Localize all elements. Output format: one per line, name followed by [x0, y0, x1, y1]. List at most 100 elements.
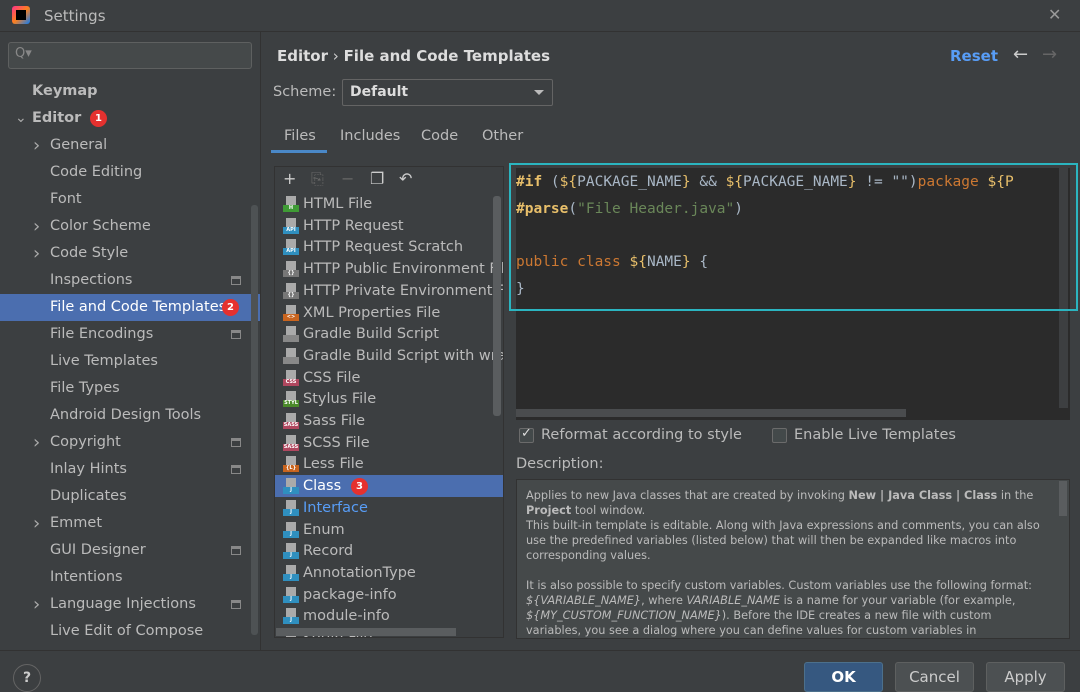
template-label: SCSS File [303, 434, 370, 451]
title-bar [0, 0, 1080, 32]
step-badge: 2 [222, 299, 239, 316]
sidebar-item-duplicates[interactable]: Duplicates [0, 483, 260, 510]
cancel-button[interactable]: Cancel [895, 662, 974, 692]
sidebar-item-keymap[interactable]: Keymap [0, 78, 260, 105]
template-item[interactable]: Jpackage-info [275, 584, 503, 606]
sidebar-item-general[interactable]: › General [0, 132, 260, 159]
template-item[interactable]: H HTML File [275, 193, 503, 215]
sidebar-scrollbar[interactable] [251, 205, 258, 635]
sidebar-item-inlay-hints[interactable]: Inlay Hints [0, 456, 260, 483]
close-icon[interactable]: ✕ [1048, 5, 1061, 24]
editor-horizontal-scrollbar[interactable] [516, 409, 906, 417]
copy-icon[interactable]: ❐ [370, 169, 384, 188]
template-item[interactable]: Gradle Build Script with wrapp [275, 345, 503, 367]
tab-other[interactable]: Other [482, 128, 523, 144]
template-item[interactable]: API HTTP Request [275, 215, 503, 237]
chevron-right-icon[interactable]: › [33, 240, 40, 267]
list-horizontal-scrollbar[interactable] [276, 628, 456, 636]
sidebar-item-live-templates[interactable]: Live Templates [0, 348, 260, 375]
scheme-value: Default [350, 84, 409, 100]
reset-link[interactable]: Reset [950, 47, 998, 65]
template-label: HTTP Private Environment File [303, 282, 504, 299]
sidebar-item-label: Intentions [50, 569, 123, 585]
template-item[interactable]: J Enum [275, 519, 503, 541]
tab-code[interactable]: Code [421, 128, 458, 144]
ok-button[interactable]: OK [804, 662, 883, 692]
help-button[interactable]: ? [13, 664, 41, 692]
sidebar-item-font[interactable]: Font [0, 186, 260, 213]
sidebar-item-editor[interactable]: ⌄ Editor 1 [0, 105, 260, 132]
sidebar-item-language-injections[interactable]: › Language Injections [0, 591, 260, 618]
sidebar-item-color-scheme[interactable]: › Color Scheme [0, 213, 260, 240]
template-item[interactable]: SASS SCSS File [275, 432, 503, 454]
add-child-icon: ⎘ [311, 169, 324, 188]
template-item[interactable]: {L} Less File [275, 453, 503, 475]
file-type-icon: STYL [283, 391, 299, 408]
template-item[interactable]: Jmodule-info [275, 605, 503, 627]
template-item[interactable]: SASS Sass File [275, 410, 503, 432]
tab-files[interactable]: Files [284, 128, 316, 144]
sidebar-item-label: Live Templates [50, 353, 158, 369]
scheme-label: Scheme: [273, 84, 337, 100]
template-item[interactable]: Gradle Build Script [275, 323, 503, 345]
sidebar-item-label: File Types [50, 380, 120, 396]
template-item[interactable]: {} HTTP Private Environment File [275, 280, 504, 302]
breadcrumb-parent[interactable]: Editor [277, 47, 328, 65]
template-item[interactable]: API HTTP Request Scratch [275, 236, 503, 258]
sidebar-item-file-and-code-templates[interactable]: File and Code Templates 2 [0, 294, 260, 321]
template-item[interactable]: J AnnotationType [275, 562, 503, 584]
sidebar-item-android-design-tools[interactable]: Android Design Tools [0, 402, 260, 429]
divider[interactable] [260, 32, 261, 652]
file-type-icon: {} [283, 261, 299, 278]
file-type-icon: CSS [283, 369, 299, 386]
chevron-right-icon[interactable]: › [33, 132, 40, 159]
sidebar-item-gui-designer[interactable]: GUI Designer [0, 537, 260, 564]
apply-button[interactable]: Apply [986, 662, 1065, 692]
chevron-right-icon[interactable]: › [33, 510, 40, 537]
search-icon: Q▾ [15, 46, 32, 61]
sidebar-item-inspections[interactable]: Inspections [0, 267, 260, 294]
reformat-label[interactable]: Reformat according to style [541, 427, 742, 443]
sidebar-item-label: File and Code Templates [50, 299, 227, 315]
template-item[interactable]: CSS CSS File [275, 367, 503, 389]
live-templates-label[interactable]: Enable Live Templates [794, 427, 956, 443]
sidebar-item-code-style[interactable]: › Code Style [0, 240, 260, 267]
chevron-right-icon[interactable]: › [33, 213, 40, 240]
chevron-down-icon[interactable]: ⌄ [15, 105, 27, 132]
template-label: package-info [303, 586, 397, 603]
template-label: HTTP Request [303, 217, 404, 234]
template-item[interactable]: J Record [275, 540, 503, 562]
settings-search-input[interactable]: Q▾ [8, 42, 252, 69]
sidebar-item-intentions[interactable]: Intentions [0, 564, 260, 591]
sidebar-item-file-types[interactable]: File Types [0, 375, 260, 402]
add-icon[interactable]: + [283, 169, 296, 188]
description-scrollbar[interactable] [1059, 481, 1067, 516]
template-item[interactable]: <> XML Properties File [275, 302, 503, 324]
scheme-dropdown[interactable]: Default [342, 79, 553, 106]
sidebar-item-code-editing[interactable]: Code Editing [0, 159, 260, 186]
live-templates-checkbox[interactable] [772, 428, 787, 443]
sidebar-item-copyright[interactable]: › Copyright [0, 429, 260, 456]
template-item[interactable]: {} HTTP Public Environment File [275, 258, 503, 280]
template-label: AnnotationType [303, 564, 416, 581]
reformat-checkbox[interactable] [519, 426, 534, 443]
sidebar-item-emmet[interactable]: › Emmet [0, 510, 260, 537]
chevron-right-icon[interactable]: › [33, 429, 40, 456]
template-item[interactable]: J Class 3 [275, 475, 503, 498]
project-settings-icon [231, 465, 241, 474]
list-scrollbar[interactable] [493, 196, 501, 416]
template-item[interactable]: STYL Stylus File [275, 388, 503, 410]
reset-icon[interactable]: ↶ [399, 169, 412, 188]
file-type-icon: J [283, 586, 299, 603]
file-type-icon [283, 347, 299, 364]
chevron-right-icon[interactable]: › [33, 591, 40, 618]
template-label: Interface [303, 499, 368, 516]
back-arrow-icon[interactable]: ← [1013, 44, 1028, 65]
file-type-icon: SASS [283, 434, 299, 451]
sidebar-item-live-edit-of-compose-literals[interactable]: Live Edit of Compose Literals [0, 618, 260, 666]
tab-includes[interactable]: Includes [340, 128, 400, 144]
forward-arrow-icon[interactable]: → [1042, 44, 1057, 65]
template-item[interactable]: J Interface [275, 497, 503, 519]
sidebar-item-file-encodings[interactable]: File Encodings [0, 321, 260, 348]
highlight-box [509, 163, 1078, 311]
